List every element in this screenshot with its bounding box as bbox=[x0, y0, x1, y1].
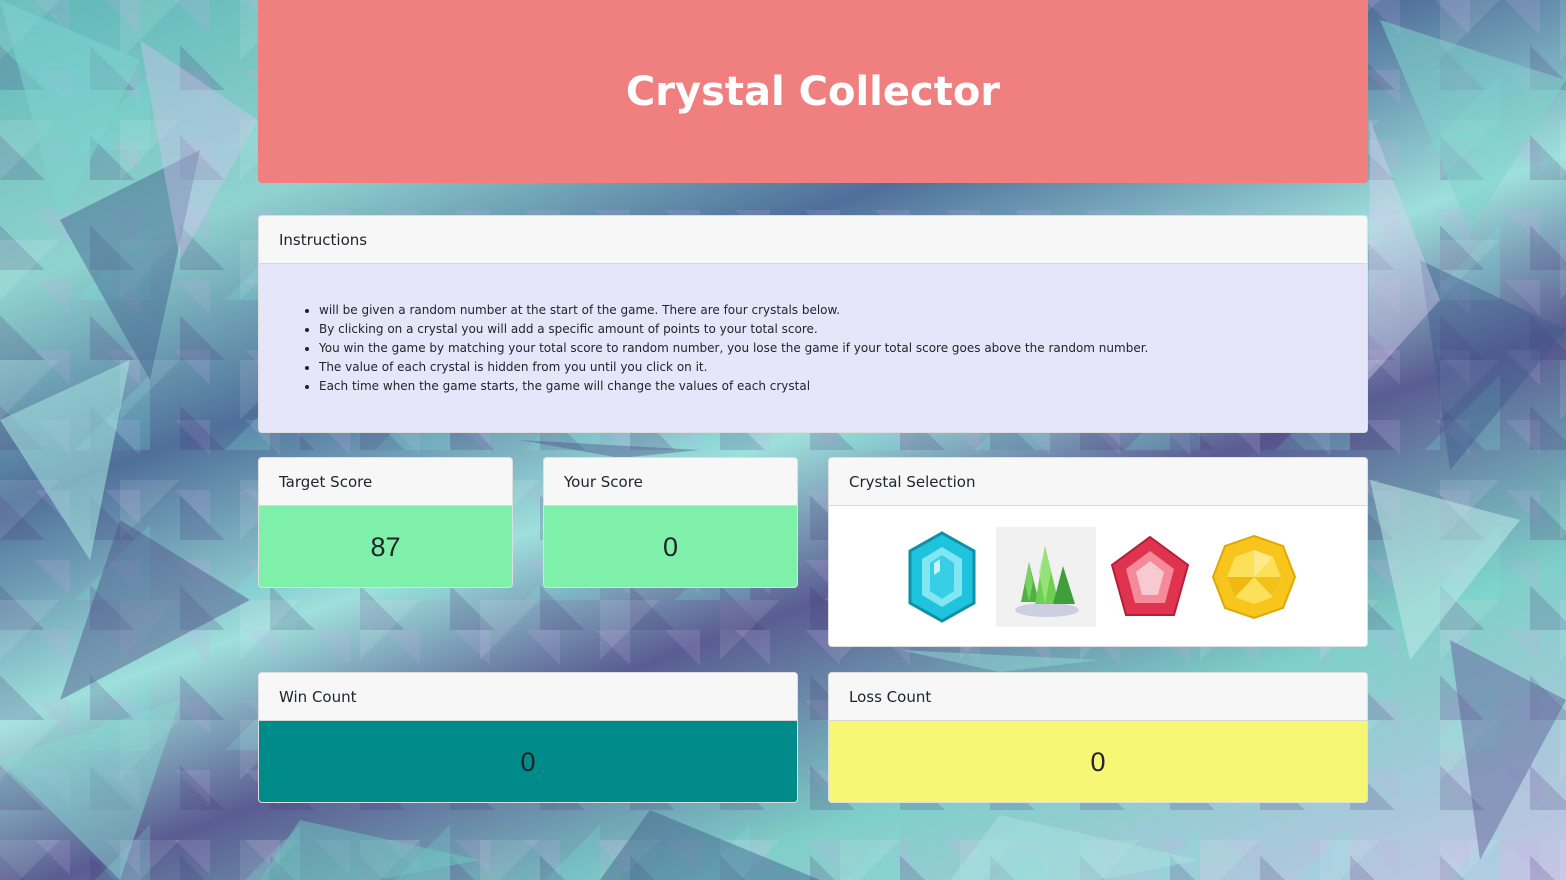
crystal-button-blue[interactable] bbox=[892, 527, 992, 627]
instruction-item: Each time when the game starts, the game… bbox=[319, 377, 1148, 396]
loss-count-card: Loss Count 0 bbox=[828, 672, 1368, 803]
win-count-value: 0 bbox=[259, 721, 797, 802]
instruction-item: The value of each crystal is hidden from… bbox=[319, 358, 1148, 377]
crystal-selection-heading: Crystal Selection bbox=[829, 458, 1367, 506]
crystal-button-red[interactable] bbox=[1100, 527, 1200, 627]
loss-count-value: 0 bbox=[829, 721, 1367, 802]
loss-count-heading: Loss Count bbox=[829, 673, 1367, 721]
win-count-card: Win Count 0 bbox=[258, 672, 798, 803]
page-header: Crystal Collector bbox=[258, 0, 1368, 183]
target-score-value: 87 bbox=[259, 506, 512, 587]
target-score-card: Target Score 87 bbox=[258, 457, 513, 588]
yellow-gem-icon bbox=[1211, 534, 1297, 619]
red-gem-icon bbox=[1110, 535, 1190, 616]
instructions-list: will be given a random number at the sta… bbox=[259, 301, 1148, 396]
crystal-selection-card: Crystal Selection bbox=[828, 457, 1368, 647]
instructions-card: Instructions will be given a random numb… bbox=[258, 215, 1368, 433]
blue-gem-icon bbox=[908, 530, 976, 623]
your-score-value: 0 bbox=[544, 506, 797, 587]
green-crystal-icon bbox=[1015, 545, 1079, 617]
win-count-heading: Win Count bbox=[259, 673, 797, 721]
your-score-heading: Your Score bbox=[544, 458, 797, 506]
your-score-card: Your Score 0 bbox=[543, 457, 798, 588]
instruction-item: By clicking on a crystal you will add a … bbox=[319, 320, 1148, 339]
instructions-heading: Instructions bbox=[259, 216, 1367, 264]
crystal-selection-body bbox=[829, 506, 1367, 646]
crystal-button-green[interactable] bbox=[996, 526, 1096, 627]
instructions-body: will be given a random number at the sta… bbox=[259, 264, 1367, 432]
instruction-item: You win the game by matching your total … bbox=[319, 339, 1148, 358]
target-score-heading: Target Score bbox=[259, 458, 512, 506]
page-title: Crystal Collector bbox=[625, 68, 1001, 115]
crystal-button-yellow[interactable] bbox=[1204, 527, 1304, 627]
instruction-item: will be given a random number at the sta… bbox=[319, 301, 1148, 320]
